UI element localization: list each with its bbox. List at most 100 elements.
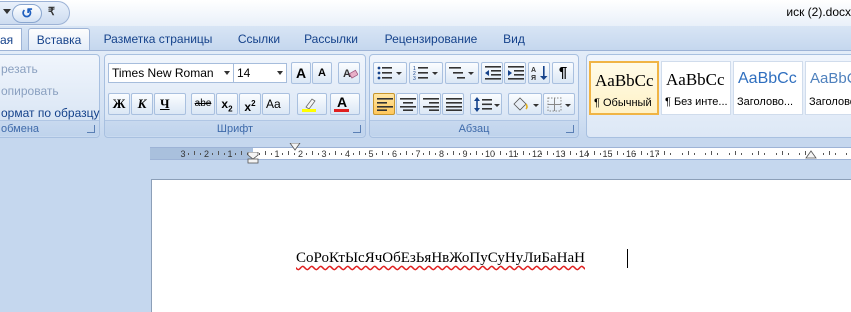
font-launcher-icon[interactable] bbox=[353, 125, 361, 133]
ruler-tick bbox=[705, 153, 707, 155]
paragraph-group: 1 2 3 А Я ¶ Абзац bbox=[369, 54, 579, 138]
document-page[interactable]: СоРоКтЫсЯчОбЕзЬяНвЖоПуСуНуЛиБаНаН bbox=[151, 179, 851, 312]
ruler-tick bbox=[264, 151, 266, 155]
subscript-button[interactable]: x2 bbox=[216, 93, 238, 115]
clear-formatting-button[interactable]: A bbox=[338, 62, 360, 84]
text-caret bbox=[627, 249, 628, 268]
shading-button[interactable] bbox=[508, 93, 542, 115]
ruler-tick bbox=[311, 151, 313, 155]
left-indent-marker-icon[interactable] bbox=[247, 152, 259, 164]
highlight-button[interactable] bbox=[297, 93, 327, 115]
style-name: ¶ Обычный bbox=[594, 97, 652, 109]
bullets-button[interactable] bbox=[373, 62, 407, 84]
qat-dropdown-icon[interactable] bbox=[3, 9, 11, 14]
shrink-font-icon: A bbox=[318, 67, 326, 79]
ruler-tick bbox=[470, 153, 472, 155]
document-text[interactable]: СоРоКтЫсЯчОбЕзЬяНвЖоПуСуНуЛиБаНаН bbox=[296, 250, 585, 267]
multilevel-list-button[interactable] bbox=[445, 62, 479, 84]
ruler-number: 8 bbox=[438, 149, 444, 159]
ruler-tick bbox=[617, 151, 619, 155]
cut-button[interactable]: резать bbox=[1, 62, 38, 76]
ruler-tick bbox=[734, 151, 736, 155]
underline-button[interactable]: Ч bbox=[154, 93, 186, 115]
align-center-button[interactable] bbox=[396, 93, 418, 115]
decrease-indent-icon bbox=[485, 66, 501, 80]
increase-indent-button[interactable] bbox=[504, 62, 526, 84]
font-size-combo[interactable]: 14 bbox=[233, 63, 287, 83]
italic-icon: К bbox=[137, 96, 147, 111]
bold-button[interactable]: Ж bbox=[108, 93, 130, 115]
first-line-indent-marker-icon[interactable] bbox=[289, 143, 301, 151]
ruler-number: 5 bbox=[368, 149, 374, 159]
paragraph-launcher-icon[interactable] bbox=[566, 125, 574, 133]
ruler-number: 6 bbox=[391, 149, 397, 159]
chevron-down-icon[interactable] bbox=[274, 64, 286, 82]
line-spacing-button[interactable] bbox=[470, 93, 502, 115]
numbering-icon: 1 2 3 bbox=[413, 66, 438, 81]
ruler-tick bbox=[570, 151, 572, 155]
sort-icon: А Я bbox=[531, 66, 548, 81]
ruler-tick bbox=[423, 153, 425, 155]
ruler-tick bbox=[593, 151, 595, 155]
tab-insert[interactable]: Вставка bbox=[28, 28, 90, 50]
chevron-down-icon[interactable] bbox=[221, 64, 233, 82]
ruler-tick bbox=[775, 153, 777, 155]
font-color-swatch bbox=[334, 109, 349, 112]
tab-mailings[interactable]: Рассылки bbox=[298, 28, 364, 50]
grow-font-button[interactable]: A bbox=[291, 62, 311, 84]
ruler-tick bbox=[217, 151, 219, 155]
ruler-tick bbox=[282, 153, 284, 155]
superscript-button[interactable]: x2 bbox=[239, 93, 261, 115]
ruler-tick bbox=[717, 153, 719, 155]
tab-home[interactable]: ая bbox=[0, 28, 22, 50]
ruler-tick bbox=[429, 151, 431, 155]
decrease-indent-button[interactable] bbox=[481, 62, 503, 84]
ruler-tick bbox=[188, 153, 190, 155]
ruler-tick bbox=[476, 151, 478, 155]
ruler-tick bbox=[317, 153, 319, 155]
font-color-button[interactable]: A bbox=[330, 93, 360, 115]
ruler-tick bbox=[223, 153, 225, 155]
ruler-tick bbox=[335, 151, 337, 155]
ruler-tick bbox=[352, 153, 354, 155]
tab-references[interactable]: Ссылки bbox=[230, 28, 288, 50]
tab-page-layout[interactable]: Разметка страницы bbox=[98, 28, 218, 50]
ruler-tick bbox=[235, 153, 237, 155]
align-right-button[interactable] bbox=[419, 93, 441, 115]
shrink-font-button[interactable]: A bbox=[312, 62, 332, 84]
ruler-tick bbox=[781, 151, 783, 155]
align-left-button[interactable] bbox=[373, 93, 395, 115]
style-no-spacing[interactable]: AaBbCc ¶ Без инте... bbox=[661, 61, 731, 115]
svg-text:Я: Я bbox=[531, 75, 536, 81]
style-normal[interactable]: AaBbCc ¶ Обычный bbox=[589, 61, 659, 115]
change-case-button[interactable]: Aa bbox=[262, 93, 290, 115]
copy-button[interactable]: опировать bbox=[1, 84, 59, 98]
ruler-tick bbox=[634, 153, 636, 155]
strikethrough-icon: abe bbox=[194, 98, 212, 109]
tab-view[interactable]: Вид bbox=[496, 28, 532, 50]
pilcrow-icon: ¶ bbox=[558, 64, 568, 81]
justify-button[interactable] bbox=[442, 93, 464, 115]
ruler-tick bbox=[540, 153, 542, 155]
strikethrough-button[interactable]: abe bbox=[191, 93, 215, 115]
qat-customize-button[interactable]: ₹ bbox=[48, 5, 55, 18]
clipboard-launcher-icon[interactable] bbox=[87, 125, 95, 133]
show-formatting-marks-button[interactable]: ¶ bbox=[552, 62, 574, 84]
ruler-tick bbox=[376, 153, 378, 155]
ruler-tick bbox=[640, 151, 642, 155]
font-group: Times New Roman 14 A A A Ж К Ч abe x2 x2… bbox=[104, 54, 366, 138]
font-name-combo[interactable]: Times New Roman bbox=[108, 63, 234, 83]
right-indent-marker-icon[interactable] bbox=[805, 150, 817, 159]
ruler-number: 17 bbox=[649, 149, 660, 159]
style-heading-2[interactable]: AaBbCc Заголовок bbox=[805, 61, 851, 115]
sort-button[interactable]: А Я bbox=[528, 62, 550, 84]
italic-button[interactable]: К bbox=[131, 93, 153, 115]
numbering-button[interactable]: 1 2 3 bbox=[409, 62, 443, 84]
borders-button[interactable] bbox=[543, 93, 575, 115]
undo-button[interactable]: ↺ bbox=[12, 4, 42, 23]
style-heading-1[interactable]: AaBbCc Заголово... bbox=[733, 61, 803, 115]
ruler-tick bbox=[458, 153, 460, 155]
format-painter-button[interactable]: ормат по образцу bbox=[1, 106, 99, 120]
tab-review[interactable]: Рецензирование bbox=[378, 28, 484, 50]
ruler-number: 1 bbox=[274, 149, 280, 159]
